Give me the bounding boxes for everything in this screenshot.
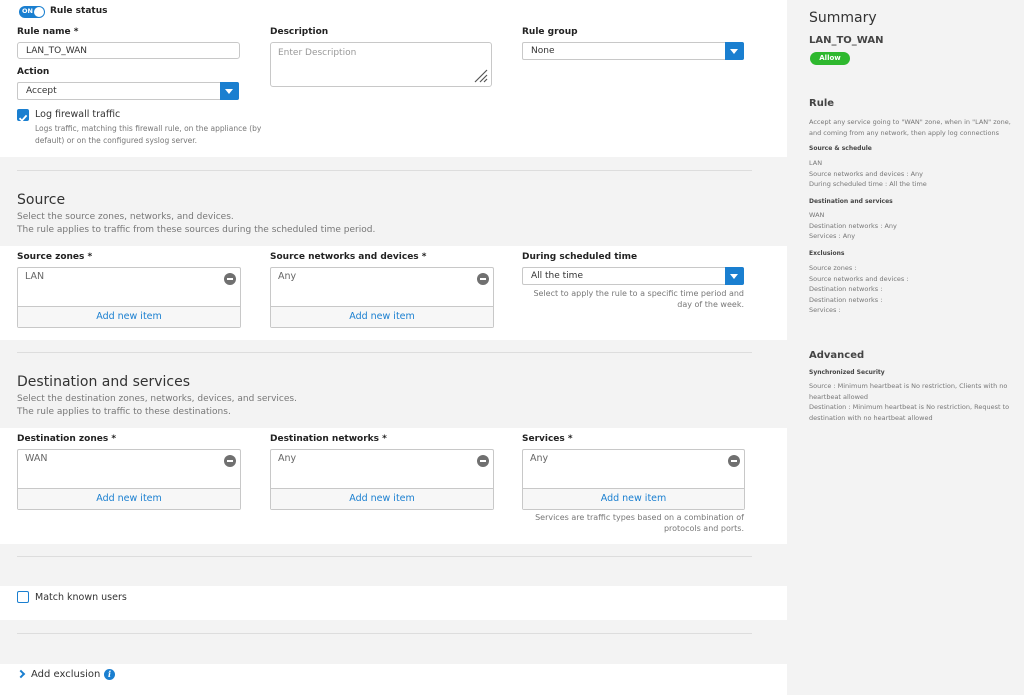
destination-zones-list: WAN Add new item bbox=[17, 449, 241, 510]
match-users-label: Match known users bbox=[35, 592, 127, 603]
source-zones-label: Source zones * bbox=[17, 252, 93, 262]
description-input[interactable]: Enter Description bbox=[270, 42, 492, 87]
chevron-down-icon[interactable] bbox=[725, 42, 744, 60]
match-users-checkbox[interactable] bbox=[17, 591, 29, 603]
summary-title: Summary bbox=[809, 10, 877, 26]
schedule-select[interactable]: All the time bbox=[522, 267, 744, 285]
summary-exclusion-line: Destination networks : bbox=[809, 295, 883, 304]
services-label: Services * bbox=[522, 434, 573, 444]
summary-destination-line: WAN bbox=[809, 211, 825, 219]
resize-grip-icon[interactable] bbox=[470, 65, 488, 83]
summary-sync-source: Source : Minimum heartbeat is No restric… bbox=[809, 382, 1008, 401]
summary-source-line: During scheduled time : All the time bbox=[809, 180, 927, 188]
divider bbox=[17, 170, 752, 171]
divider bbox=[17, 633, 752, 634]
summary-rule-desc: Accept any service going to "WAN" zone, … bbox=[809, 118, 1011, 137]
destination-title: Destination and services bbox=[17, 374, 191, 390]
remove-icon[interactable] bbox=[477, 455, 489, 467]
add-exclusion-button[interactable]: Add exclusion bbox=[31, 669, 100, 680]
summary-sync-destination: Destination : Minimum heartbeat is No re… bbox=[809, 403, 1010, 422]
status-badge: Allow bbox=[810, 52, 850, 65]
destination-networks-label: Destination networks * bbox=[270, 434, 387, 444]
add-service-button[interactable]: Add new item bbox=[523, 488, 744, 509]
destination-zones-label: Destination zones * bbox=[17, 434, 117, 444]
schedule-label: During scheduled time bbox=[522, 252, 638, 262]
source-desc-2: The rule applies to traffic from these s… bbox=[17, 225, 376, 235]
summary-exclusion-line: Destination networks : bbox=[809, 285, 883, 293]
source-zone-item: LAN bbox=[25, 271, 45, 282]
action-select[interactable]: Accept bbox=[17, 82, 239, 100]
add-source-zone-button[interactable]: Add new item bbox=[18, 306, 240, 327]
summary-source-line: LAN bbox=[809, 159, 823, 167]
summary-exclusion-line: Source networks and devices : bbox=[809, 274, 909, 283]
schedule-hint-2: day of the week. bbox=[677, 300, 744, 309]
source-networks-label: Source networks and devices * bbox=[270, 252, 427, 262]
rule-name-label: Rule name * bbox=[17, 27, 79, 37]
log-traffic-help-1: Logs traffic, matching this firewall rul… bbox=[35, 124, 262, 133]
exclusion-panel bbox=[0, 664, 787, 695]
summary-exclusions-heading: Exclusions bbox=[809, 250, 845, 257]
destination-desc-2: The rule applies to traffic to these des… bbox=[17, 407, 231, 417]
source-network-item: Any bbox=[278, 271, 297, 282]
summary-source-line: Source networks and devices : Any bbox=[809, 169, 924, 178]
rule-name-input[interactable] bbox=[17, 42, 240, 59]
log-traffic-checkbox[interactable] bbox=[17, 109, 29, 122]
log-traffic-help-2: default) or on the configured syslog ser… bbox=[35, 136, 198, 145]
summary-rule-name: LAN_TO_WAN bbox=[809, 35, 884, 46]
rule-group-label: Rule group bbox=[522, 27, 578, 37]
services-list: Any Add new item bbox=[522, 449, 745, 510]
log-traffic-label: Log firewall traffic bbox=[35, 109, 121, 120]
description-label: Description bbox=[270, 27, 329, 37]
remove-icon[interactable] bbox=[728, 455, 740, 467]
source-zones-list: LAN Add new item bbox=[17, 267, 241, 328]
action-value: Accept bbox=[26, 86, 57, 96]
info-icon[interactable]: i bbox=[104, 669, 115, 680]
divider bbox=[17, 556, 752, 557]
remove-icon[interactable] bbox=[224, 273, 236, 285]
remove-icon[interactable] bbox=[224, 455, 236, 467]
summary-exclusion-line: Services : bbox=[809, 306, 841, 314]
summary-sync-heading: Synchronized Security bbox=[809, 369, 885, 376]
toggle-on-label: ON bbox=[22, 7, 33, 15]
rule-editor: ON Rule status Rule name * Action Accept… bbox=[0, 0, 787, 695]
toggle-knob bbox=[34, 7, 44, 17]
summary-rule-heading: Rule bbox=[809, 98, 835, 109]
summary-exclusion-line: Source zones : bbox=[809, 264, 857, 272]
add-destination-zone-button[interactable]: Add new item bbox=[18, 488, 240, 509]
summary-source-heading: Source & schedule bbox=[809, 145, 872, 152]
action-label: Action bbox=[17, 67, 50, 77]
add-destination-network-button[interactable]: Add new item bbox=[271, 488, 493, 509]
services-hint-2: protocols and ports. bbox=[663, 524, 744, 533]
chevron-down-icon[interactable] bbox=[725, 267, 744, 285]
divider bbox=[17, 352, 752, 353]
source-networks-list: Any Add new item bbox=[270, 267, 494, 328]
source-desc-1: Select the source zones, networks, and d… bbox=[17, 212, 234, 222]
schedule-value: All the time bbox=[531, 271, 583, 281]
chevron-down-icon[interactable] bbox=[220, 82, 239, 100]
description-placeholder: Enter Description bbox=[278, 48, 357, 58]
summary-destination-line: Destination networks : Any bbox=[809, 221, 897, 230]
summary-destination-line: Services : Any bbox=[809, 232, 856, 240]
destination-desc-1: Select the destination zones, networks, … bbox=[17, 394, 297, 404]
remove-icon[interactable] bbox=[477, 273, 489, 285]
destination-network-item: Any bbox=[278, 453, 297, 464]
rule-status-label: Rule status bbox=[50, 6, 108, 16]
rule-status-toggle[interactable]: ON bbox=[19, 6, 45, 18]
destination-zone-item: WAN bbox=[25, 453, 48, 464]
rule-group-select[interactable]: None bbox=[522, 42, 744, 60]
service-item: Any bbox=[530, 453, 549, 464]
add-source-network-button[interactable]: Add new item bbox=[271, 306, 493, 327]
summary-advanced-heading: Advanced bbox=[809, 350, 865, 361]
summary-destination-heading: Destination and services bbox=[809, 198, 893, 205]
services-hint-1: Services are traffic types based on a co… bbox=[535, 513, 744, 522]
rule-group-value: None bbox=[531, 46, 555, 56]
summary-sidebar: Summary LAN_TO_WAN Allow Rule Accept any… bbox=[787, 0, 1024, 695]
source-title: Source bbox=[17, 192, 66, 208]
schedule-hint-1: Select to apply the rule to a specific t… bbox=[533, 289, 744, 298]
checkmark-icon bbox=[18, 114, 28, 122]
destination-networks-list: Any Add new item bbox=[270, 449, 494, 510]
